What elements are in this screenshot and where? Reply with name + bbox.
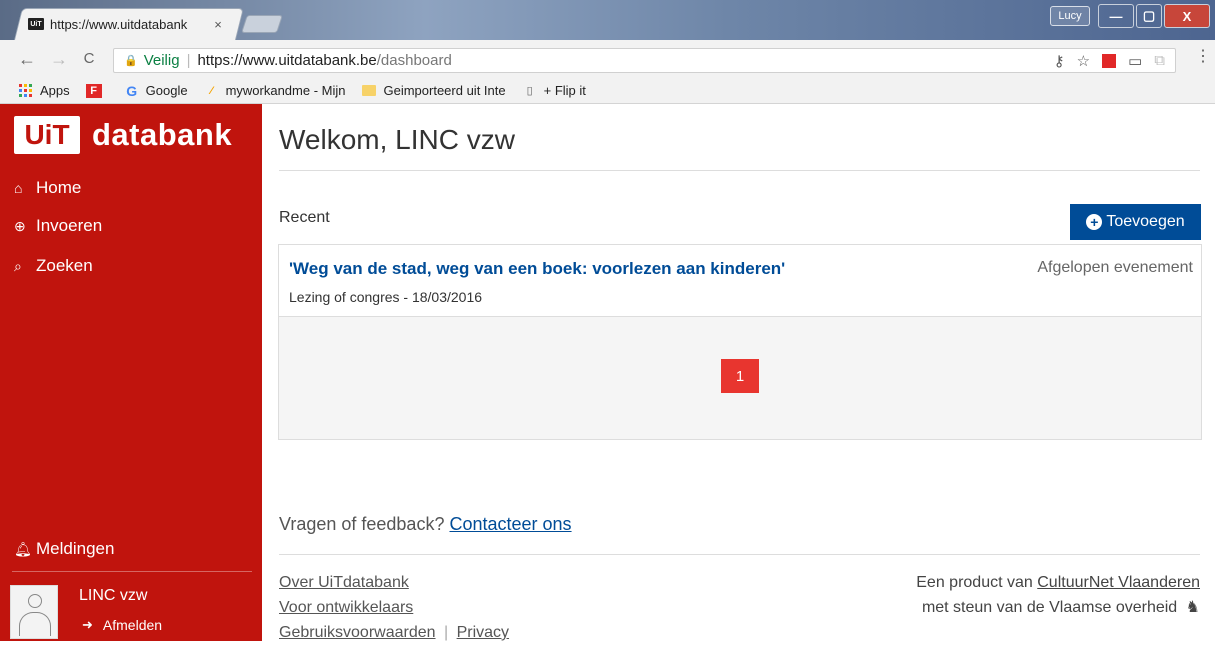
new-tab-button[interactable]	[241, 15, 283, 33]
footer-divider: |	[443, 624, 449, 641]
star-icon[interactable]: ☆	[1077, 52, 1090, 70]
sidebar-item-meldingen[interactable]: 🔔︎ Meldingen	[14, 539, 114, 559]
bookmark-folder[interactable]: Geimporteerd uit Inte	[361, 83, 506, 98]
recent-heading: Recent	[279, 209, 330, 226]
avatar-body	[19, 612, 51, 636]
secure-label: Veilig	[143, 52, 180, 69]
bookmark-google[interactable]: G Google	[124, 82, 188, 99]
page-icon: ▯	[526, 85, 533, 97]
plus-circle-icon: ⊕	[14, 217, 26, 234]
main-content: Welkom, LINC vzw Recent + Toevoegen 'Weg…	[262, 104, 1215, 641]
bookmark-flipit[interactable]: ▯ + Flip it	[522, 83, 586, 98]
divider	[279, 170, 1200, 171]
search-icon: ⌕	[14, 257, 22, 274]
footer-link-ontwikkelaars[interactable]: Voor ontwikkelaars	[279, 599, 413, 616]
vlaamse-leeuw-icon: ♞	[1185, 599, 1200, 616]
pagination-page-1[interactable]: 1	[721, 359, 759, 393]
home-icon: ⌂	[14, 180, 23, 196]
bookmark-myworkandme[interactable]: ⁄ myworkandme - Mijn	[204, 83, 346, 98]
sidebar-item-label: Home	[36, 178, 82, 197]
list-item: 'Weg van de stad, weg van een boek: voor…	[279, 245, 1201, 317]
footer-link-privacy[interactable]: Privacy	[457, 624, 509, 641]
bookmark-label: Apps	[40, 83, 70, 98]
close-window-button[interactable]: X	[1164, 4, 1210, 28]
bookmark-flipboard[interactable]: F	[85, 83, 108, 98]
bookmark-label: Geimporteerd uit Inte	[383, 83, 506, 98]
add-button-label: Toevoegen	[1106, 213, 1185, 230]
key-icon[interactable]: ⚷	[1054, 52, 1065, 70]
support-text: met steun van de Vlaamse overheid	[921, 599, 1178, 616]
sidebar-item-home[interactable]: ⌂ Home	[14, 178, 81, 198]
footer-link-over[interactable]: Over UiTdatabank	[279, 574, 409, 591]
avatar[interactable]	[10, 585, 58, 639]
folder-icon	[361, 84, 377, 98]
logout-label: Afmelden	[102, 617, 163, 633]
myworkandme-icon: ⁄	[210, 84, 213, 97]
flipboard-extension-icon[interactable]	[1102, 54, 1117, 68]
plus-circle-icon: +	[1086, 214, 1103, 230]
minimize-button[interactable]: —	[1098, 4, 1134, 28]
bookmark-label: + Flip it	[543, 83, 586, 98]
logo-text: databank	[92, 117, 233, 152]
apps-grid-icon	[18, 83, 34, 98]
event-meta: Lezing of congres - 18/03/2016	[289, 289, 483, 305]
page-title: Welkom, LINC vzw	[279, 124, 515, 155]
feedback-text: Vragen of feedback?	[279, 514, 445, 534]
recent-list: 'Weg van de stad, weg van een boek: voor…	[278, 244, 1202, 440]
address-bar[interactable]: 🔒 Veilig | https://www.uitdatabank.be /d…	[113, 48, 1176, 73]
uit-favicon-icon: UiT	[28, 18, 44, 30]
url-separator: |	[186, 52, 191, 69]
sidebar-divider	[12, 571, 252, 572]
maximize-button[interactable]: ▢	[1136, 4, 1162, 28]
logout-icon: ➜	[82, 617, 93, 632]
feedback-line: Vragen of feedback? Contacteer ons	[279, 514, 572, 535]
event-status: Afgelopen evenement	[1037, 259, 1193, 276]
bookmark-label: Google	[145, 83, 188, 98]
back-icon[interactable]: ←	[18, 50, 36, 68]
bookmark-label: myworkandme - Mijn	[225, 83, 346, 98]
logo-box: UiT	[14, 116, 80, 154]
sidebar-item-label: Zoeken	[36, 256, 93, 275]
flipboard-icon: F	[85, 83, 102, 98]
sidebar: UiT databank ⌂ Home ⊕ Invoeren ⌕ Zoeken …	[0, 104, 262, 641]
browser-tab-content[interactable]: UiT https://www.uitdatabank ×	[28, 10, 233, 38]
lock-icon: 🔒	[124, 55, 138, 67]
product-text: Een product van	[916, 574, 1033, 591]
cast-icon[interactable]: ▭	[1128, 52, 1142, 70]
pdf-extension-icon[interactable]: ⧉	[1154, 52, 1165, 70]
google-icon: G	[126, 82, 138, 99]
profile-button[interactable]: Lucy	[1050, 6, 1090, 26]
url-host: https://www.uitdatabank.be	[197, 52, 377, 69]
tab-title: https://www.uitdatabank	[50, 16, 188, 32]
uitdatabank-logo[interactable]: UiT databank	[14, 116, 232, 154]
contact-link[interactable]: Contacteer ons	[449, 514, 571, 534]
add-button[interactable]: + Toevoegen	[1070, 204, 1201, 240]
bookmark-apps[interactable]: Apps	[18, 83, 70, 98]
tab-close-icon[interactable]: ×	[211, 17, 225, 32]
url-path: /dashboard	[376, 52, 452, 69]
cultuurnet-link[interactable]: CultuurNet Vlaanderen	[1037, 574, 1200, 591]
reload-icon[interactable]: C	[80, 50, 98, 68]
sidebar-item-label: Meldingen	[36, 539, 115, 558]
footer-link-voorwaarden[interactable]: Gebruiksvoorwaarden	[279, 624, 436, 641]
user-name: LINC vzw	[79, 587, 148, 604]
sidebar-item-invoeren[interactable]: ⊕ Invoeren	[14, 216, 102, 236]
sidebar-item-label: Invoeren	[36, 216, 103, 235]
footer-links: Over UiTdatabank Voor ontwikkelaars Gebr…	[279, 570, 509, 645]
menu-icon[interactable]: ⋮	[1195, 49, 1211, 65]
event-title-link[interactable]: 'Weg van de stad, weg van een boek: voor…	[289, 259, 785, 279]
browser-titlebar: UiT https://www.uitdatabank × Lucy — ▢ X	[0, 0, 1215, 40]
footer-credits: Een product van CultuurNet Vlaanderen me…	[916, 570, 1200, 620]
logout-link[interactable]: ➜ Afmelden	[82, 617, 162, 633]
bookmarks-bar: Apps F G Google ⁄ myworkandme - Mijn Gei…	[0, 78, 1215, 104]
user-panel: LINC vzw ➜ Afmelden	[10, 581, 250, 641]
avatar-head	[28, 594, 42, 608]
bell-icon: 🔔︎	[14, 540, 32, 557]
forward-icon[interactable]: →	[50, 50, 68, 68]
sidebar-item-zoeken[interactable]: ⌕ Zoeken	[14, 256, 93, 276]
divider	[279, 554, 1200, 555]
